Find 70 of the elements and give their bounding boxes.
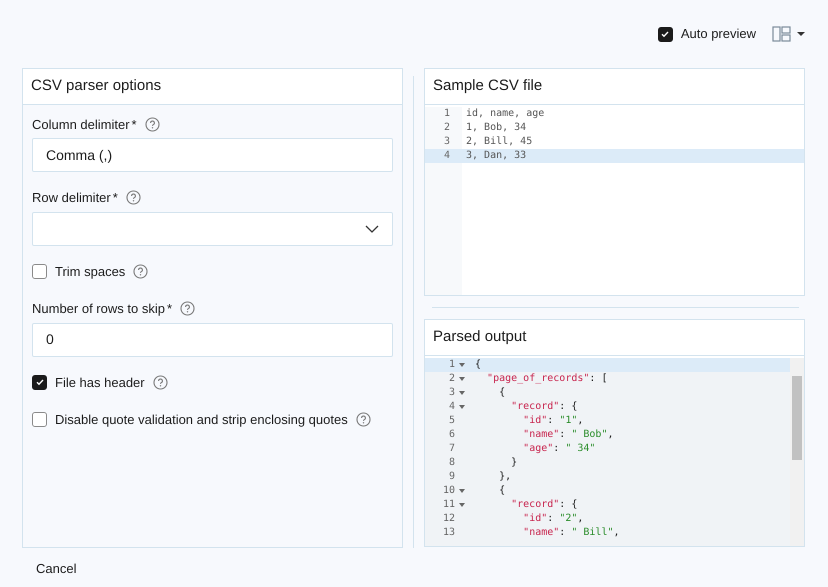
fold-caret-icon[interactable] (457, 376, 467, 382)
code-line: }, (498, 470, 512, 484)
code-line: } (510, 456, 518, 470)
required-mark: * (166, 300, 172, 318)
panel-title: CSV parser options (23, 69, 402, 104)
field-label: Number of rows to skip (32, 300, 165, 318)
fold-caret-icon[interactable] (457, 390, 467, 396)
fold-caret-icon[interactable] (457, 362, 467, 368)
code-line: id, name, age (465, 106, 546, 120)
layout-icon (772, 26, 792, 42)
help-icon[interactable] (144, 116, 160, 132)
input-field[interactable]: Comma (,) (32, 138, 393, 172)
field-label: Row delimiter (32, 189, 111, 207)
checkbox[interactable] (32, 264, 47, 279)
help-icon[interactable] (356, 412, 371, 428)
code-line: 2, Bill, 45 (465, 134, 534, 148)
help-icon[interactable] (152, 374, 168, 390)
line-number: 6 (448, 428, 455, 442)
checkbox-label[interactable]: Trim spaces (55, 262, 126, 281)
line-number: 1 (444, 106, 450, 120)
line-number: 2 (444, 120, 450, 134)
code-line: "id": "2", (522, 512, 584, 526)
checkbox[interactable] (32, 374, 47, 390)
layout-menu-button[interactable] (772, 26, 806, 42)
code-line: "age": " 34" (522, 442, 596, 456)
help-icon[interactable] (126, 190, 141, 206)
line-number: 2 (448, 372, 455, 386)
line-number: 5 (448, 414, 455, 428)
help-icon[interactable] (180, 301, 195, 316)
line-number: 13 (442, 526, 455, 540)
code-line: "name": " Bill", (522, 526, 621, 540)
line-number: 12 (442, 512, 455, 526)
auto-preview-label[interactable]: Auto preview (680, 24, 756, 44)
line-number: 4 (444, 148, 450, 162)
caret-icon (796, 31, 806, 37)
chevron-down-icon (365, 224, 379, 232)
fold-caret-icon[interactable] (457, 488, 467, 494)
checkbox[interactable] (32, 412, 47, 428)
line-number: 8 (448, 456, 455, 470)
code-line: "record": { (510, 498, 578, 512)
field-label: Column delimiter (32, 116, 130, 134)
code-line: 1, Bob, 34 (465, 120, 528, 134)
check-icon (34, 377, 44, 388)
code-line: "record": { (510, 400, 578, 414)
help-icon[interactable] (133, 264, 148, 279)
checkbox-label[interactable]: File has header (55, 372, 145, 392)
check-icon (660, 29, 670, 39)
fold-caret-icon[interactable] (457, 502, 467, 508)
line-number: 11 (442, 498, 455, 512)
checkbox[interactable] (658, 26, 673, 42)
input-field[interactable]: 0 (32, 322, 393, 356)
cancel-link[interactable]: Cancel (36, 561, 76, 576)
line-number: 3 (444, 134, 450, 148)
line-number: 1 (448, 358, 455, 372)
dropdown-field[interactable] (32, 212, 393, 246)
line-number: 9 (448, 470, 455, 484)
line-number: 10 (442, 484, 455, 498)
checkbox-label[interactable]: Disable quote validation and strip enclosing quotes (55, 410, 348, 430)
line-number: 3 (448, 386, 455, 400)
required-mark: * (112, 189, 118, 207)
code-line: "id": "1", (522, 414, 584, 428)
code-line: "page_of_records": [ (486, 372, 608, 386)
line-number: 4 (448, 400, 455, 414)
line-number: 7 (448, 442, 455, 456)
required-mark: * (132, 116, 137, 134)
code-line: { (498, 484, 506, 498)
code-line: "name": " Bob", (522, 428, 614, 442)
scrollbar[interactable] (790, 358, 804, 546)
code-line: { (498, 386, 506, 400)
fold-caret-icon[interactable] (457, 404, 467, 410)
